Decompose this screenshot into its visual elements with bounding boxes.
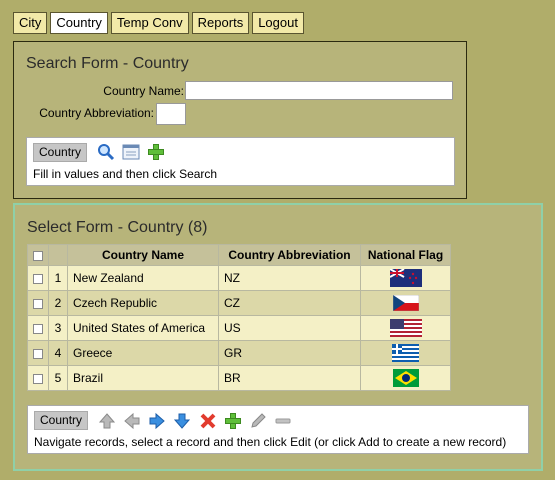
row-select-cell (27, 265, 49, 291)
select-all-header (27, 244, 49, 266)
flag-cell (360, 265, 451, 291)
country-name-cell: Brazil (67, 365, 219, 391)
row-checkbox[interactable] (33, 373, 43, 384)
country-table: Country Name Country Abbreviation Nation… (27, 244, 451, 391)
country-name-cell: Czech Republic (67, 290, 219, 316)
gr-flag-icon (392, 344, 419, 362)
row-select-cell (27, 290, 49, 316)
country-name-label: Country Name: (103, 84, 184, 98)
table-row[interactable]: 4 Greece GR (27, 340, 451, 366)
row-number: 4 (48, 340, 68, 366)
country-abbreviation-cell: GR (218, 340, 361, 366)
delete-icon[interactable] (199, 412, 217, 430)
column-header-country-abbreviation[interactable]: Country Abbreviation (218, 244, 361, 266)
tab-temp-conv[interactable]: Temp Conv (110, 12, 189, 34)
flag-cell (360, 290, 451, 316)
search-form-panel: Search Form - Country Country Name: Coun… (13, 41, 467, 199)
tab-reports[interactable]: Reports (191, 12, 250, 34)
last-record-icon[interactable] (173, 412, 191, 430)
search-country-chip: Country (33, 143, 88, 162)
previous-record-icon[interactable] (123, 412, 141, 430)
row-number: 5 (48, 365, 68, 391)
select-country-chip: Country (34, 411, 89, 430)
search-hint: Fill in values and then click Search (33, 167, 218, 181)
country-abbreviation-cell: BR (218, 365, 361, 391)
row-select-cell (27, 365, 49, 391)
search-icon[interactable] (97, 143, 115, 161)
select-hint: Navigate records, select a record and th… (34, 435, 507, 449)
row-number: 1 (48, 265, 68, 291)
nz-flag-icon (389, 269, 422, 287)
country-name-cell: New Zealand (67, 265, 219, 291)
row-number-header (48, 244, 68, 266)
column-header-country-name[interactable]: Country Name (67, 244, 219, 266)
us-flag-icon (389, 319, 422, 337)
search-form-title: Search Form - Country (26, 55, 189, 72)
country-abbreviation-cell: CZ (218, 290, 361, 316)
edit-icon[interactable] (249, 412, 267, 430)
clear-form-icon[interactable] (122, 143, 140, 161)
table-row[interactable]: 3 United States of America US (27, 315, 451, 341)
row-checkbox[interactable] (33, 273, 43, 284)
search-toolbar: Country Fill in values and then click Se… (26, 137, 455, 186)
country-abbreviation-label: Country Abbreviation: (39, 106, 154, 120)
cz-flag-icon (392, 295, 419, 311)
next-record-icon[interactable] (148, 412, 166, 430)
country-abbreviation-input[interactable] (156, 103, 186, 125)
select-form-panel: Select Form - Country (8) Country Name C… (13, 203, 543, 471)
row-number: 3 (48, 315, 68, 341)
row-number: 2 (48, 290, 68, 316)
select-toolbar: Country Navigate records, select a recor… (27, 405, 529, 454)
tab-city[interactable]: City (13, 12, 48, 34)
country-abbreviation-cell: US (218, 315, 361, 341)
flag-cell (360, 315, 451, 341)
select-all-checkbox[interactable] (33, 250, 43, 261)
remove-icon[interactable] (274, 412, 292, 430)
table-row[interactable]: 2 Czech Republic CZ (27, 290, 451, 316)
table-header-row: Country Name Country Abbreviation Nation… (27, 244, 451, 266)
add-icon[interactable] (147, 143, 165, 161)
table-row[interactable]: 1 New Zealand NZ (27, 265, 451, 291)
nav-tabs: City Country Temp Conv Reports Logout (13, 12, 304, 34)
country-name-input[interactable] (185, 81, 453, 100)
flag-cell (360, 340, 451, 366)
add-icon[interactable] (224, 412, 242, 430)
country-abbreviation-cell: NZ (218, 265, 361, 291)
flag-cell (360, 365, 451, 391)
first-record-icon[interactable] (98, 412, 116, 430)
row-checkbox[interactable] (33, 298, 43, 309)
row-select-cell (27, 315, 49, 341)
select-form-title: Select Form - Country (8) (27, 219, 208, 236)
row-checkbox[interactable] (33, 323, 43, 334)
row-checkbox[interactable] (33, 348, 43, 359)
br-flag-icon (392, 369, 419, 387)
country-name-cell: United States of America (67, 315, 219, 341)
table-row[interactable]: 5 Brazil BR (27, 365, 451, 391)
tab-logout[interactable]: Logout (252, 12, 304, 34)
row-select-cell (27, 340, 49, 366)
country-name-cell: Greece (67, 340, 219, 366)
tab-country[interactable]: Country (50, 12, 108, 34)
column-header-national-flag[interactable]: National Flag (360, 244, 451, 266)
